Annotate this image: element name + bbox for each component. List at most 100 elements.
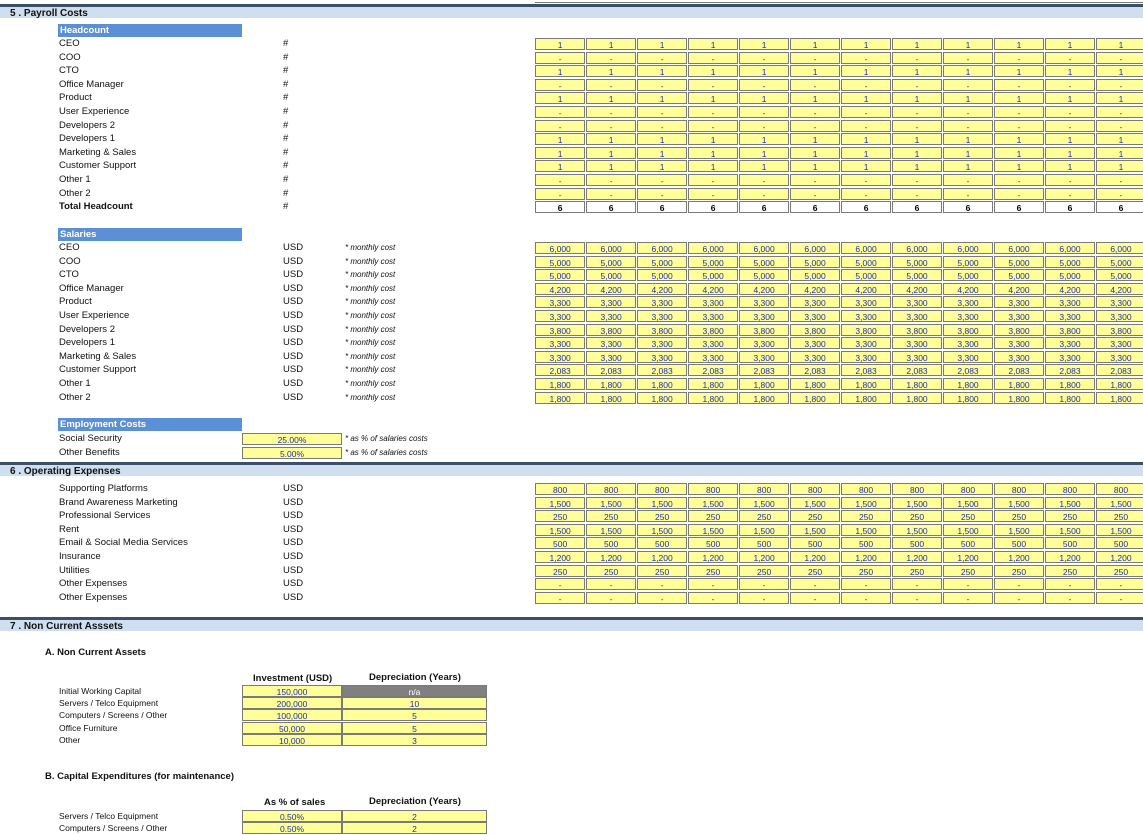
value-cell[interactable]: 1,800 [687,378,739,390]
value-cell[interactable]: 250 [840,565,892,577]
value-cell[interactable]: 5,000 [942,269,994,281]
value-cell[interactable]: 250 [687,510,739,522]
value-cell[interactable]: 1 [585,160,637,172]
value-cell[interactable]: - [636,188,688,200]
value-cell[interactable]: 1,500 [942,497,994,509]
value-cell[interactable]: 3,300 [535,351,586,363]
value-cell[interactable]: 1,200 [1044,551,1096,563]
value-cell[interactable]: 1 [1044,147,1096,159]
value-cell[interactable]: 1 [942,147,994,159]
value-cell[interactable]: - [942,174,994,186]
value-cell[interactable]: - [738,120,790,132]
value-cell[interactable]: 3,800 [636,324,688,336]
value-cell[interactable]: 6 [840,201,892,213]
value-cell[interactable]: 1 [636,92,688,104]
value-cell[interactable]: 1 [942,65,994,77]
value-cell[interactable]: 3,300 [738,296,790,308]
value-cell[interactable]: - [840,188,892,200]
value-cell[interactable]: 4,200 [687,283,739,295]
value-cell[interactable]: 5,000 [789,256,841,268]
value-cell[interactable]: 1,800 [1044,378,1096,390]
value-cell[interactable]: 250 [535,510,586,522]
value-cell[interactable]: 5,000 [942,256,994,268]
depreciation-input[interactable]: 2 [342,822,487,834]
value-cell[interactable]: 2,083 [738,364,790,376]
value-cell[interactable]: - [687,592,739,604]
value-cell[interactable]: 1,800 [738,392,790,404]
value-cell[interactable]: - [942,592,994,604]
value-cell[interactable]: 1,500 [993,524,1045,536]
value-cell[interactable]: 250 [891,510,943,522]
value-cell[interactable]: 4,200 [891,283,943,295]
value-cell[interactable]: - [636,79,688,91]
value-cell[interactable]: 1 [840,38,892,50]
value-cell[interactable]: 1,800 [840,392,892,404]
value-cell[interactable]: 6 [738,201,790,213]
value-cell[interactable]: 800 [636,483,688,495]
value-cell[interactable]: 3,300 [789,351,841,363]
value-cell[interactable]: 1 [1044,65,1096,77]
value-cell[interactable]: 1 [993,147,1045,159]
value-cell[interactable]: 1 [636,160,688,172]
value-cell[interactable]: 1 [891,38,943,50]
value-cell[interactable]: - [738,106,790,118]
value-cell[interactable]: 3,300 [840,351,892,363]
value-cell[interactable]: 3,300 [738,337,790,349]
value-cell[interactable]: 3,300 [891,351,943,363]
value-cell[interactable]: 3,300 [687,337,739,349]
value-cell[interactable]: 4,200 [1095,283,1143,295]
depreciation-input[interactable]: 5 [342,709,487,721]
value-cell[interactable]: 1,800 [942,378,994,390]
value-cell[interactable]: 1 [942,160,994,172]
value-cell[interactable]: 1 [535,38,586,50]
value-cell[interactable]: 6 [1044,201,1096,213]
value-cell[interactable]: - [1044,592,1096,604]
value-cell[interactable]: 500 [1044,537,1096,549]
value-cell[interactable]: - [535,188,586,200]
value-cell[interactable]: 3,300 [789,296,841,308]
value-cell[interactable]: 3,300 [636,337,688,349]
value-cell[interactable]: 3,300 [687,310,739,322]
value-cell[interactable]: 1,800 [942,392,994,404]
value-cell[interactable]: - [1044,120,1096,132]
value-cell[interactable]: 1,800 [789,392,841,404]
value-cell[interactable]: 2,083 [585,364,637,376]
value-cell[interactable]: 1 [891,92,943,104]
value-cell[interactable]: - [585,174,637,186]
value-cell[interactable]: 3,300 [585,351,637,363]
value-cell[interactable]: 3,300 [840,337,892,349]
value-cell[interactable]: 3,800 [1095,324,1143,336]
value-cell[interactable]: 250 [840,510,892,522]
value-cell[interactable]: 1 [636,147,688,159]
value-cell[interactable]: - [993,188,1045,200]
value-cell[interactable]: 3,300 [789,337,841,349]
value-cell[interactable]: 1 [636,38,688,50]
value-cell[interactable]: 1,200 [636,551,688,563]
value-cell[interactable]: 250 [636,510,688,522]
value-cell[interactable]: 1,800 [1095,378,1143,390]
value-cell[interactable]: 3,300 [738,310,790,322]
value-cell[interactable]: - [840,578,892,590]
value-cell[interactable]: 1 [687,133,739,145]
value-cell[interactable]: 6,000 [993,242,1045,254]
value-cell[interactable]: 2,083 [1044,364,1096,376]
value-cell[interactable]: - [585,79,637,91]
value-cell[interactable]: 1 [535,92,586,104]
depreciation-input[interactable]: 2 [342,810,487,822]
value-cell[interactable]: 1,500 [1044,524,1096,536]
value-cell[interactable]: 6 [687,201,739,213]
value-cell[interactable]: 3,800 [738,324,790,336]
value-cell[interactable]: 4,200 [993,283,1045,295]
value-cell[interactable]: - [1095,120,1143,132]
value-cell[interactable]: - [789,188,841,200]
value-cell[interactable]: - [585,52,637,64]
value-cell[interactable]: 1 [636,65,688,77]
value-cell[interactable]: 1,200 [535,551,586,563]
value-cell[interactable]: 1 [1095,65,1143,77]
value-cell[interactable]: 3,300 [585,310,637,322]
value-cell[interactable]: 250 [535,565,586,577]
value-cell[interactable]: 1,500 [585,497,637,509]
value-cell[interactable]: 1,800 [993,392,1045,404]
value-cell[interactable]: 500 [585,537,637,549]
value-cell[interactable]: 1 [891,147,943,159]
